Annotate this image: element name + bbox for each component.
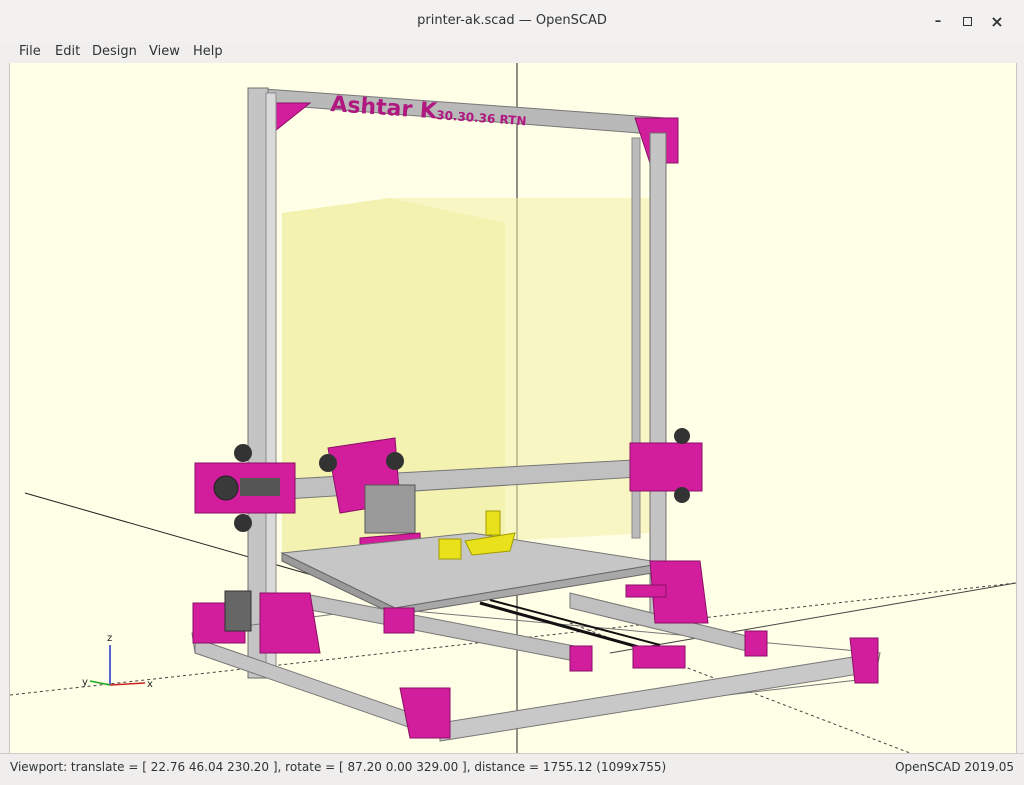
- gizmo-y-label: y: [82, 677, 88, 688]
- z-motor-left: [224, 590, 252, 632]
- version-label: OpenSCAD 2019.05: [895, 760, 1014, 774]
- 3d-viewport[interactable]: Ashtar K 30.30.36 RTN z x y: [9, 63, 1017, 753]
- corner-bottom-far-right: [849, 637, 879, 684]
- corner-bottom-front: [399, 687, 451, 739]
- gizmo-x-axis: [109, 682, 146, 686]
- menu-edit[interactable]: Edit: [55, 44, 80, 59]
- maximize-button[interactable]: [955, 10, 979, 32]
- calibration-cube: [438, 538, 462, 560]
- status-bar: Viewport: translate = [ 22.76 46.04 230.…: [0, 753, 1024, 785]
- extruder-motor: [364, 484, 416, 534]
- menu-design[interactable]: Design: [92, 44, 137, 59]
- menu-view[interactable]: View: [149, 44, 180, 59]
- gizmo-x-label: x: [147, 679, 153, 690]
- menu-file[interactable]: File: [19, 44, 41, 59]
- model-title-text: Ashtar K: [330, 92, 439, 124]
- model-render: Ashtar K 30.30.36 RTN z x y: [10, 63, 1016, 753]
- title-bar: printer-ak.scad — OpenSCAD – ×: [0, 0, 1024, 43]
- window-title: printer-ak.scad — OpenSCAD: [417, 13, 607, 28]
- left-post: [247, 87, 269, 679]
- y-belt-tensioner: [632, 645, 686, 669]
- gizmo-y-axis: [89, 680, 111, 686]
- gizmo-z-label: z: [107, 633, 112, 644]
- minimize-button[interactable]: –: [926, 10, 950, 32]
- close-button[interactable]: ×: [985, 10, 1009, 32]
- maximize-icon: [962, 16, 972, 26]
- menu-bar: File Edit Design View Help: [0, 42, 1024, 62]
- menu-help[interactable]: Help: [193, 44, 223, 59]
- viewport-status: Viewport: translate = [ 22.76 46.04 230.…: [10, 760, 667, 774]
- right-z-carriage: [629, 442, 703, 492]
- right-post: [649, 132, 667, 614]
